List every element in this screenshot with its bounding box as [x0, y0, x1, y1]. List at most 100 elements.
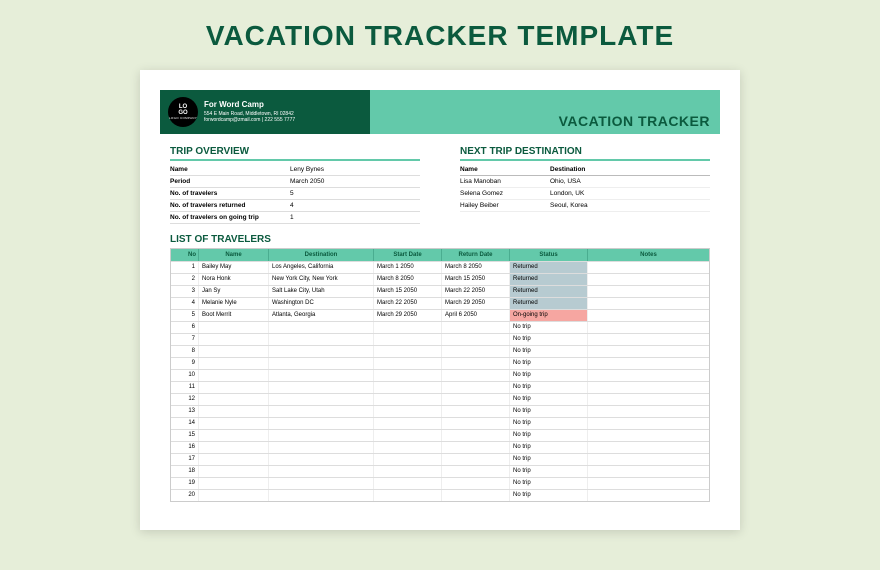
cell-destination — [269, 346, 374, 357]
cell-start-date — [374, 334, 442, 345]
overview-value: 1 — [290, 214, 420, 221]
cell-status: Returned — [510, 286, 588, 297]
cell-no: 1 — [171, 262, 199, 273]
table-row: 16No trip — [171, 441, 709, 453]
header-bar: LO GO LOGO COMPANY For Word Camp 554 E M… — [160, 90, 720, 134]
cell-name — [199, 430, 269, 441]
overview-value: 5 — [290, 190, 420, 197]
cell-name — [199, 478, 269, 489]
cell-return-date — [442, 334, 510, 345]
cell-start-date — [374, 322, 442, 333]
table-row: 14 No trip — [171, 417, 709, 429]
cell-name — [199, 406, 269, 417]
cell-return-date — [442, 454, 510, 465]
cell-status: No trip — [510, 454, 588, 465]
overview-value: 4 — [290, 202, 420, 209]
col-no: No — [171, 249, 199, 261]
cell-notes — [588, 262, 709, 273]
cell-destination — [269, 466, 374, 477]
trip-overview-section: TRIP OVERVIEW NameLeny BynesPeriodMarch … — [170, 146, 420, 224]
overview-row: No. of travelers returned4 — [170, 200, 420, 212]
cell-name: Nora Honk — [199, 274, 269, 285]
cell-notes — [588, 358, 709, 369]
cell-notes — [588, 430, 709, 441]
cell-return-date — [442, 358, 510, 369]
col-start-date: Start Date — [374, 249, 442, 261]
cell-status: No trip — [510, 358, 588, 369]
table-header: No Name Destination Start Date Return Da… — [171, 249, 709, 261]
table-row: 20No trip — [171, 489, 709, 501]
cell-return-date — [442, 382, 510, 393]
cell-name — [199, 454, 269, 465]
cell-name — [199, 382, 269, 393]
cell-name — [199, 334, 269, 345]
cell-destination: New York City, New York — [269, 274, 374, 285]
overview-key: No. of travelers returned — [170, 202, 290, 209]
overview-value: March 2050 — [290, 178, 420, 185]
cell-destination — [269, 454, 374, 465]
cell-return-date: March 15 2050 — [442, 274, 510, 285]
overview-key: No. of travelers — [170, 190, 290, 197]
cell-status: No trip — [510, 430, 588, 441]
cell-name — [199, 322, 269, 333]
cell-notes — [588, 310, 709, 321]
cell-notes — [588, 406, 709, 417]
cell-start-date — [374, 454, 442, 465]
cell-status: Returned — [510, 262, 588, 273]
overview-row: NameLeny Bynes — [170, 164, 420, 176]
table-row: 8No trip — [171, 345, 709, 357]
col-name: Name — [199, 249, 269, 261]
cell-destination — [269, 430, 374, 441]
cell-name — [199, 466, 269, 477]
table-row: 2Nora HonkNew York City, New YorkMarch 8… — [171, 273, 709, 285]
col-status: Status — [510, 249, 588, 261]
brand-name: For Word Camp — [204, 100, 295, 110]
cell-destination — [269, 406, 374, 417]
next-trip-dest: Ohio, USA — [550, 178, 581, 185]
cell-start-date — [374, 442, 442, 453]
col-destination: Destination — [269, 249, 374, 261]
overview-row: No. of travelers on going trip1 — [170, 212, 420, 224]
cell-start-date: March 22 2050 — [374, 298, 442, 309]
cell-notes — [588, 334, 709, 345]
cell-status: No trip — [510, 418, 588, 429]
cell-status: No trip — [510, 490, 588, 501]
cell-notes — [588, 298, 709, 309]
cell-status: No trip — [510, 406, 588, 417]
cell-return-date — [442, 490, 510, 501]
cell-notes — [588, 370, 709, 381]
table-row: 6No trip — [171, 321, 709, 333]
table-row: 19No trip — [171, 477, 709, 489]
table-row: 1Bailey MayLos Angeles, CaliforniaMarch … — [171, 261, 709, 273]
brand-text: For Word Camp 554 E Main Road, Middletow… — [204, 100, 295, 123]
next-trip-head-name: Name — [460, 166, 550, 173]
cell-return-date — [442, 346, 510, 357]
tracker-title: VACATION TRACKER — [559, 113, 710, 129]
next-trip-head-dest: Destination — [550, 166, 585, 173]
cell-return-date — [442, 406, 510, 417]
cell-notes — [588, 466, 709, 477]
cell-name — [199, 358, 269, 369]
cell-return-date — [442, 370, 510, 381]
cell-no: 18 — [171, 466, 199, 477]
cell-return-date: March 22 2050 — [442, 286, 510, 297]
cell-return-date: March 8 2050 — [442, 262, 510, 273]
cell-start-date — [374, 406, 442, 417]
cell-return-date: March 29 2050 — [442, 298, 510, 309]
cell-start-date — [374, 418, 442, 429]
cell-notes — [588, 394, 709, 405]
next-trip-row: Selena GomezLondon, UK — [460, 188, 710, 200]
cell-destination — [269, 418, 374, 429]
next-trip-dest: Seoul, Korea — [550, 202, 588, 209]
overview-row: PeriodMarch 2050 — [170, 176, 420, 188]
table-row: 7No trip — [171, 333, 709, 345]
cell-destination — [269, 322, 374, 333]
cell-status: No trip — [510, 394, 588, 405]
table-row: 13No trip — [171, 405, 709, 417]
col-return-date: Return Date — [442, 249, 510, 261]
cell-start-date — [374, 370, 442, 381]
cell-no: 14 — [171, 418, 199, 429]
cell-no: 10 — [171, 370, 199, 381]
cell-start-date: March 8 2050 — [374, 274, 442, 285]
cell-notes — [588, 286, 709, 297]
